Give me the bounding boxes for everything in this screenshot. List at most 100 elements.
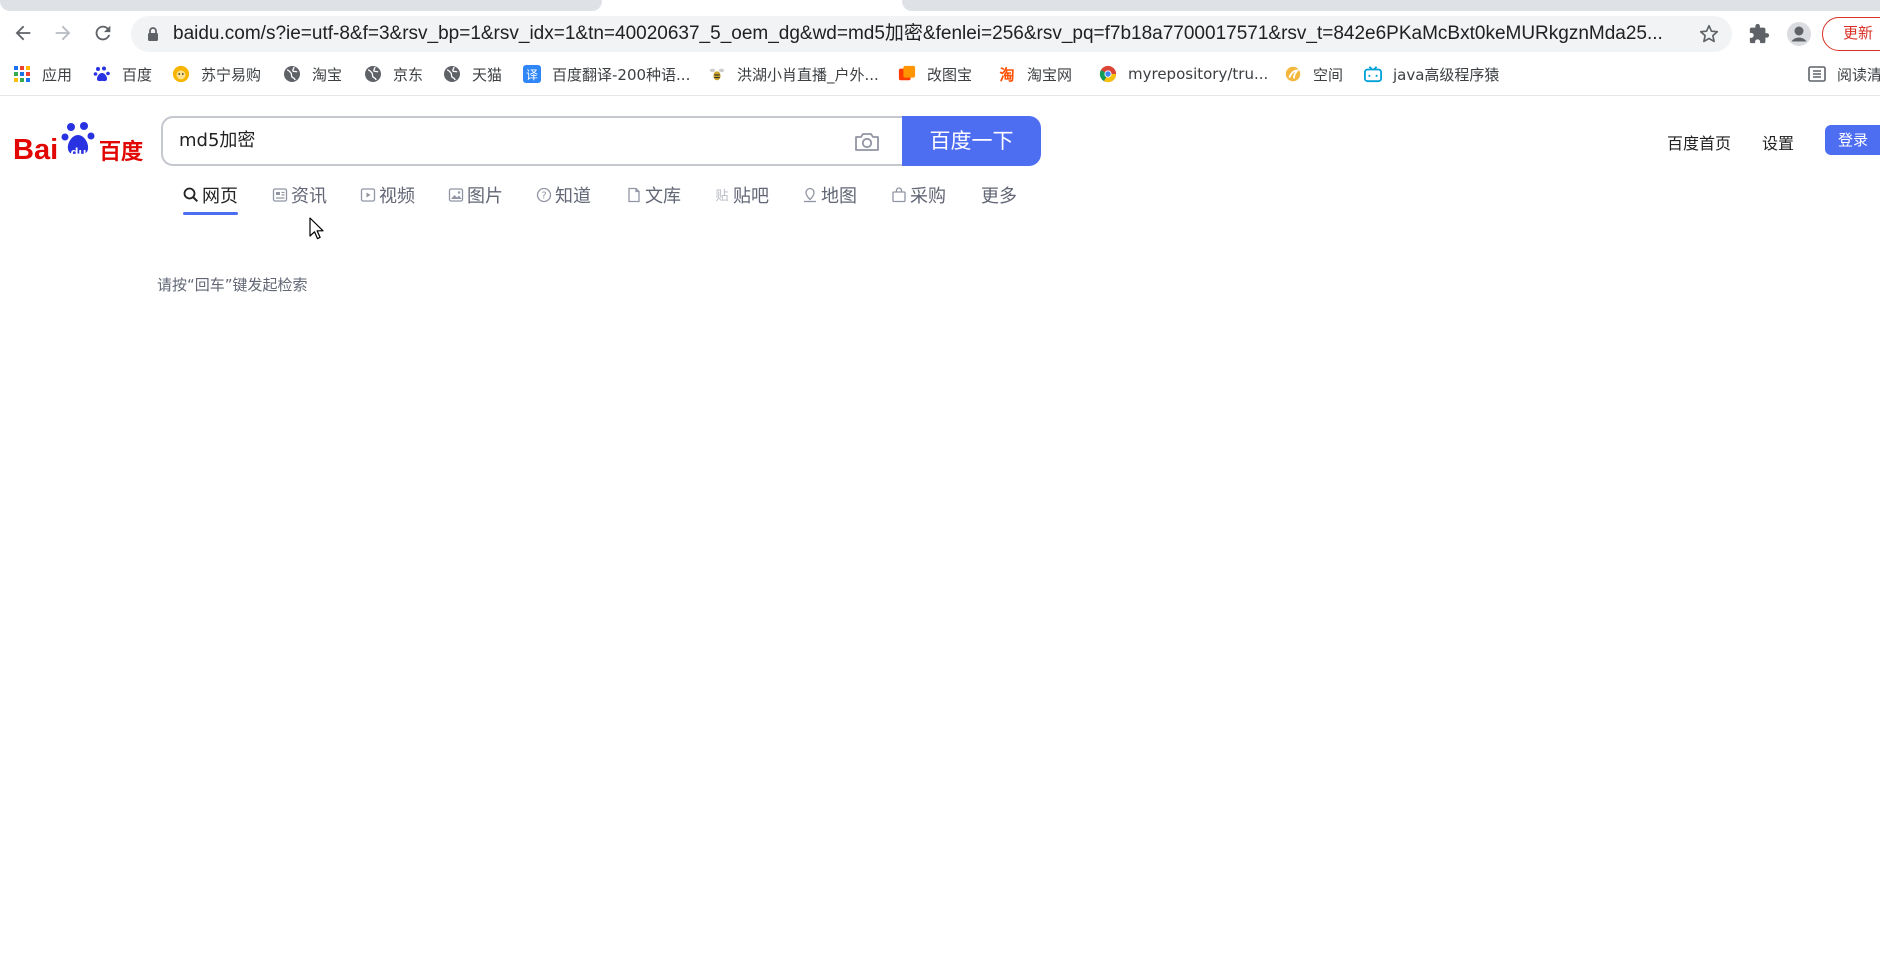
bookmark-label: 百度翻译-200种语...	[552, 65, 691, 84]
mouse-cursor-icon	[309, 217, 324, 240]
bookmark-label: java高级程序猿	[1393, 65, 1500, 84]
gaitubao-icon	[898, 65, 916, 83]
qzone-icon	[1284, 65, 1302, 83]
bilibili-icon	[1364, 65, 1382, 83]
tab-images[interactable]: 图片	[448, 180, 503, 210]
question-icon: ?	[536, 187, 552, 203]
tab-video[interactable]: 视频	[360, 180, 415, 210]
bookmark-label: 空间	[1313, 65, 1344, 84]
globe-icon	[283, 65, 301, 83]
back-button[interactable]	[6, 16, 40, 50]
bookmark-gaitubao[interactable]: 改图宝	[898, 56, 972, 92]
translate-icon: 译	[523, 65, 541, 83]
tab-label: 采购	[910, 186, 946, 207]
apps-grid-icon	[13, 65, 31, 83]
forward-arrow-icon	[55, 25, 71, 41]
bookmark-label: 淘宝网	[1027, 65, 1073, 84]
camera-icon[interactable]	[853, 131, 881, 153]
tab-strip	[0, 0, 1880, 12]
tab-label: 图片	[467, 186, 503, 207]
browser-tab-left[interactable]	[0, 0, 602, 11]
active-tab-indicator	[183, 212, 238, 215]
search-box[interactable]: md5加密	[161, 116, 903, 166]
news-icon	[272, 187, 288, 203]
bookmark-myrepository[interactable]: myrepository/tru...	[1099, 56, 1268, 92]
bookmark-taobao-net[interactable]: 淘 淘宝网	[998, 56, 1072, 92]
image-icon	[448, 187, 464, 203]
bookmark-star-icon[interactable]	[1698, 23, 1720, 45]
update-button[interactable]: 更新	[1822, 17, 1880, 51]
cart-icon	[891, 187, 907, 203]
tab-label: 贴吧	[733, 186, 769, 207]
address-bar[interactable]: baidu.com/s?ie=utf-8&f=3&rsv_bp=1&rsv_id…	[131, 16, 1732, 52]
browser-toolbar: baidu.com/s?ie=utf-8&f=3&rsv_bp=1&rsv_id…	[0, 12, 1880, 56]
browser-tab-right[interactable]	[902, 0, 1880, 11]
search-button[interactable]: 百度一下	[902, 116, 1041, 166]
bookmark-baidu[interactable]: 百度	[93, 56, 152, 92]
bookmark-baidu-translate[interactable]: 译 百度翻译-200种语...	[523, 56, 690, 92]
tab-label: 地图	[821, 186, 857, 207]
back-arrow-icon	[15, 25, 31, 41]
globe-icon	[443, 65, 461, 83]
bookmark-honghu-live[interactable]: 洪湖小肖直播_户外...	[708, 56, 879, 92]
baidu-logo[interactable]: Bai du 百度	[13, 118, 143, 164]
taobao-icon: 淘	[998, 65, 1016, 83]
bookmarks-bar: 应用 百度 苏宁易购 淘宝 京东 天猫 译 百度翻译-200种语... 洪湖小肖…	[0, 56, 1880, 96]
enter-hint: 请按“回车”键发起检索	[157, 276, 308, 294]
forward-button[interactable]	[46, 16, 80, 50]
bookmark-suning[interactable]: 苏宁易购	[172, 56, 261, 92]
globe-icon	[364, 65, 382, 83]
tab-more[interactable]: 更多	[981, 180, 1017, 210]
chrome-icon	[1099, 65, 1117, 83]
svg-text:贴: 贴	[715, 189, 728, 203]
tab-map[interactable]: 地图	[802, 180, 857, 210]
settings-link[interactable]: 设置	[1762, 130, 1794, 154]
svg-text:译: 译	[526, 68, 538, 82]
tab-tieba[interactable]: 贴 贴吧	[714, 180, 769, 210]
bookmark-label: 改图宝	[927, 65, 973, 84]
svg-text:百度: 百度	[99, 139, 143, 164]
search-input[interactable]: md5加密	[179, 118, 255, 164]
bookmark-label: 淘宝	[312, 65, 343, 84]
svg-text:淘: 淘	[998, 66, 1014, 83]
reload-button[interactable]	[86, 16, 120, 50]
bookmark-label: 苏宁易购	[201, 65, 262, 84]
bookmark-apps[interactable]: 应用	[13, 56, 72, 92]
bookmark-jd[interactable]: 京东	[364, 56, 423, 92]
bookmark-tmall[interactable]: 天猫	[443, 56, 502, 92]
svg-text:?: ?	[541, 191, 546, 202]
tab-news[interactable]: 资讯	[272, 180, 327, 210]
tab-web[interactable]: 网页	[183, 180, 238, 210]
tab-wenku[interactable]: 文库	[626, 180, 681, 210]
search-icon	[183, 187, 199, 203]
tab-purchase[interactable]: 采购	[891, 180, 946, 210]
svg-text:Bai: Bai	[13, 134, 58, 164]
video-icon	[360, 187, 376, 203]
svg-text:du: du	[71, 145, 87, 160]
bookmark-label: 京东	[393, 65, 424, 84]
doc-icon	[626, 187, 642, 203]
bookmark-label: 百度	[122, 65, 153, 84]
bookmark-label: 天猫	[472, 65, 503, 84]
tab-zhidao[interactable]: ? 知道	[536, 180, 591, 210]
suning-lion-icon	[172, 65, 190, 83]
bookmark-taobao[interactable]: 淘宝	[283, 56, 342, 92]
baidu-paw-icon	[93, 65, 111, 83]
baidu-home-link[interactable]: 百度首页	[1667, 130, 1731, 154]
tab-label: 文库	[645, 186, 681, 207]
puzzle-icon	[1749, 23, 1770, 44]
url-text[interactable]: baidu.com/s?ie=utf-8&f=3&rsv_bp=1&rsv_id…	[173, 16, 1663, 52]
tab-label: 更多	[981, 186, 1017, 207]
reading-list[interactable]: 阅读清	[1808, 56, 1880, 92]
tab-label: 网页	[202, 186, 238, 207]
lock-icon	[148, 27, 158, 41]
login-button[interactable]: 登录	[1825, 125, 1880, 155]
bee-icon	[708, 65, 726, 83]
tab-label: 知道	[555, 186, 591, 207]
bookmark-label: 应用	[42, 65, 73, 84]
tab-label: 资讯	[291, 186, 327, 207]
profile-button[interactable]	[1783, 18, 1815, 50]
bookmark-java[interactable]: java高级程序猿	[1364, 56, 1499, 92]
extensions-button[interactable]	[1743, 18, 1775, 50]
bookmark-qzone[interactable]: 空间	[1284, 56, 1343, 92]
